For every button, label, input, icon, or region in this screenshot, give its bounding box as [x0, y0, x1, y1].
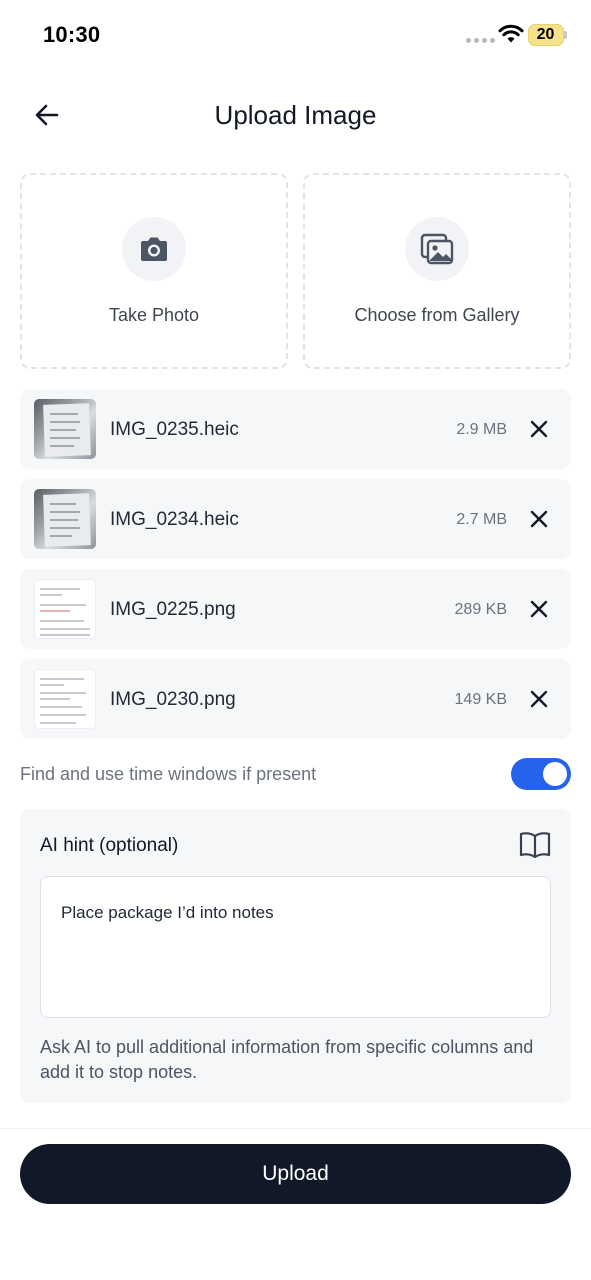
file-thumbnail: [34, 489, 96, 549]
gallery-icon-circle: [405, 217, 469, 281]
file-thumbnail: [34, 399, 96, 459]
battery-tip: [564, 31, 567, 39]
file-thumbnail: [34, 579, 96, 639]
camera-icon-circle: [122, 217, 186, 281]
upload-button[interactable]: Upload: [20, 1144, 571, 1204]
battery-level: 20: [536, 26, 555, 43]
gallery-icon: [420, 233, 454, 265]
ai-hint-panel: AI hint (optional) Place package I’d int…: [20, 809, 571, 1103]
battery-icon: 20: [528, 24, 564, 46]
file-row: IMG_0234.heic 2.7 MB: [20, 479, 571, 559]
status-time: 10:30: [43, 22, 101, 47]
ai-hint-input[interactable]: Place package I’d into notes: [40, 876, 551, 1018]
ai-hint-title: AI hint (optional): [40, 835, 179, 856]
file-size: 289 KB: [454, 601, 507, 618]
take-photo-button[interactable]: Take Photo: [20, 173, 288, 369]
file-row: IMG_0230.png 149 KB: [20, 659, 571, 739]
time-windows-toggle[interactable]: [511, 758, 571, 790]
file-thumbnail: [34, 669, 96, 729]
time-windows-label: Find and use time windows if present: [20, 764, 317, 784]
file-name: IMG_0230.png: [110, 689, 236, 710]
cellular-signal-icon: [466, 38, 495, 43]
wifi-icon: [498, 24, 524, 43]
status-bar: 10:30 20: [0, 0, 591, 70]
page-title: Upload Image: [214, 100, 377, 130]
file-row: IMG_0235.heic 2.9 MB: [20, 389, 571, 469]
camera-icon: [141, 237, 167, 261]
choose-from-gallery-button[interactable]: Choose from Gallery: [303, 173, 571, 369]
close-icon: [530, 510, 548, 528]
book-icon[interactable]: [519, 831, 551, 859]
close-icon: [530, 420, 548, 438]
file-size: 2.7 MB: [456, 511, 507, 528]
file-name: IMG_0225.png: [110, 599, 236, 620]
file-size: 149 KB: [454, 691, 507, 708]
file-name: IMG_0234.heic: [110, 509, 239, 530]
file-size: 2.9 MB: [456, 421, 507, 438]
file-row: IMG_0225.png 289 KB: [20, 569, 571, 649]
ai-hint-help-text: Ask AI to pull additional information fr…: [40, 1037, 534, 1082]
toggle-knob: [543, 762, 567, 786]
choose-from-gallery-label: Choose from Gallery: [354, 305, 520, 325]
file-name: IMG_0235.heic: [110, 419, 239, 440]
remove-file-button[interactable]: [525, 505, 553, 533]
close-icon: [530, 690, 548, 708]
close-icon: [530, 600, 548, 618]
remove-file-button[interactable]: [525, 595, 553, 623]
remove-file-button[interactable]: [525, 685, 553, 713]
take-photo-label: Take Photo: [108, 305, 200, 325]
remove-file-button[interactable]: [525, 415, 553, 443]
footer-divider: [0, 1128, 591, 1129]
